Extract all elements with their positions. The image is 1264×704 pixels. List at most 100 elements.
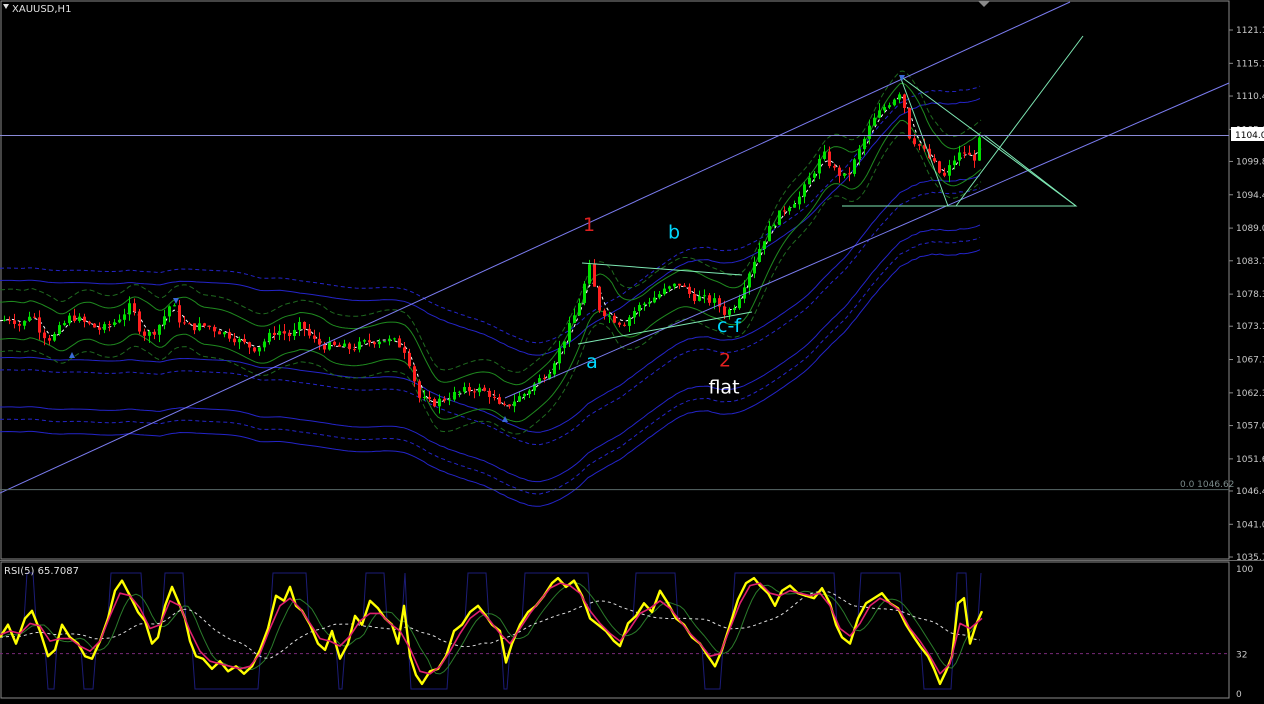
candle-body	[3, 319, 6, 321]
candle-body	[238, 338, 241, 343]
candle-body	[43, 332, 46, 339]
candle-body	[468, 387, 471, 392]
candle-body	[258, 347, 261, 352]
price-tick-label: 1094.4	[1236, 191, 1264, 201]
candle-body	[38, 317, 41, 333]
wave-label-1: b	[668, 222, 680, 244]
chart-shift-marker[interactable]	[978, 1, 990, 7]
candle-body	[643, 303, 646, 305]
candle-body	[543, 378, 546, 380]
candle-body	[848, 173, 851, 175]
candle-body	[378, 341, 381, 345]
candlesticks	[3, 92, 981, 414]
price-panel-frame	[0, 0, 1230, 560]
candle-body	[138, 311, 141, 332]
wave-label-3: c-f	[717, 315, 742, 337]
candle-body	[388, 338, 391, 342]
candle-body	[588, 264, 591, 284]
candle-body	[53, 333, 56, 341]
candle-body	[518, 396, 521, 402]
candle-body	[318, 338, 321, 345]
envelope-line	[0, 236, 981, 495]
candle-body	[13, 320, 16, 324]
candle-body	[448, 399, 451, 401]
chart-svg: 1121.11115.71110.41105.01099.81094.41089…	[0, 0, 1264, 700]
price-tick-label: 1121.1	[1236, 26, 1264, 36]
rsi-tick-label: 0	[1236, 690, 1242, 700]
candle-body	[658, 294, 661, 298]
candle-body	[353, 349, 356, 351]
candle-body	[343, 343, 346, 347]
candle-body	[608, 315, 611, 317]
candle-body	[148, 331, 151, 336]
candle-body	[688, 286, 691, 294]
candle-body	[383, 341, 386, 343]
candle-body	[648, 302, 651, 304]
candle-body	[483, 387, 486, 391]
price-tick-label: 1062.3	[1236, 389, 1264, 399]
candle-body	[103, 324, 106, 330]
fractal-arrow-icon	[69, 352, 75, 358]
candle-body	[268, 332, 271, 342]
candle-body	[28, 316, 31, 321]
candle-body	[478, 387, 481, 393]
horizontal-lines	[0, 135, 1229, 491]
candle-body	[668, 286, 671, 289]
current-price-label: 1104.0	[1235, 131, 1264, 141]
candle-body	[573, 315, 576, 323]
candle-body	[748, 273, 751, 288]
candle-body	[913, 138, 916, 145]
candle-body	[908, 107, 911, 139]
wave-label-0: 1	[583, 214, 595, 236]
candle-body	[678, 283, 681, 286]
candle-body	[563, 341, 566, 348]
candle-body	[398, 338, 401, 348]
price-tick-label: 1099.8	[1236, 157, 1264, 167]
candle-body	[693, 293, 696, 301]
candle-body	[363, 340, 366, 342]
candle-body	[113, 322, 116, 326]
ma-band-line	[0, 70, 982, 373]
candle-body	[978, 137, 981, 161]
candle-body	[878, 110, 881, 118]
candle-body	[633, 311, 636, 318]
fractal-markers	[69, 75, 905, 422]
candle-body	[733, 308, 736, 310]
candle-body	[723, 306, 726, 315]
candle-body	[593, 264, 596, 287]
candle-body	[418, 381, 421, 398]
candle-body	[513, 401, 516, 407]
envelope-line	[0, 98, 981, 356]
candle-body	[118, 319, 121, 323]
chart-window: 1121.11115.71110.41105.01099.81094.41089…	[0, 0, 1264, 700]
candle-body	[813, 173, 816, 178]
rsi-indicator	[0, 572, 1229, 690]
candle-body	[578, 303, 581, 316]
candle-body	[903, 94, 906, 108]
candle-body	[88, 321, 91, 324]
candle-body	[278, 331, 281, 336]
candle-body	[98, 327, 101, 330]
channel-upper-line	[0, 1, 1071, 494]
candle-body	[323, 344, 326, 350]
candle-body	[68, 315, 71, 324]
candle-body	[333, 341, 336, 345]
triangle-base	[842, 134, 1078, 207]
ma-band-line	[0, 119, 982, 423]
candle-body	[653, 297, 656, 303]
title-triangle-icon	[3, 4, 9, 9]
candle-body	[23, 320, 26, 326]
candle-body	[48, 338, 51, 341]
candle-body	[968, 152, 971, 155]
candle-body	[128, 303, 131, 315]
fractal-arrow-icon	[173, 298, 179, 304]
candle-body	[403, 347, 406, 353]
candle-body	[123, 314, 126, 320]
candle-body	[638, 304, 641, 312]
price-tick-label: 1078.3	[1236, 290, 1264, 300]
candle-body	[883, 107, 886, 111]
candle-body	[753, 261, 756, 274]
candle-body	[598, 286, 601, 311]
candle-body	[868, 125, 871, 139]
candle-body	[768, 225, 771, 242]
